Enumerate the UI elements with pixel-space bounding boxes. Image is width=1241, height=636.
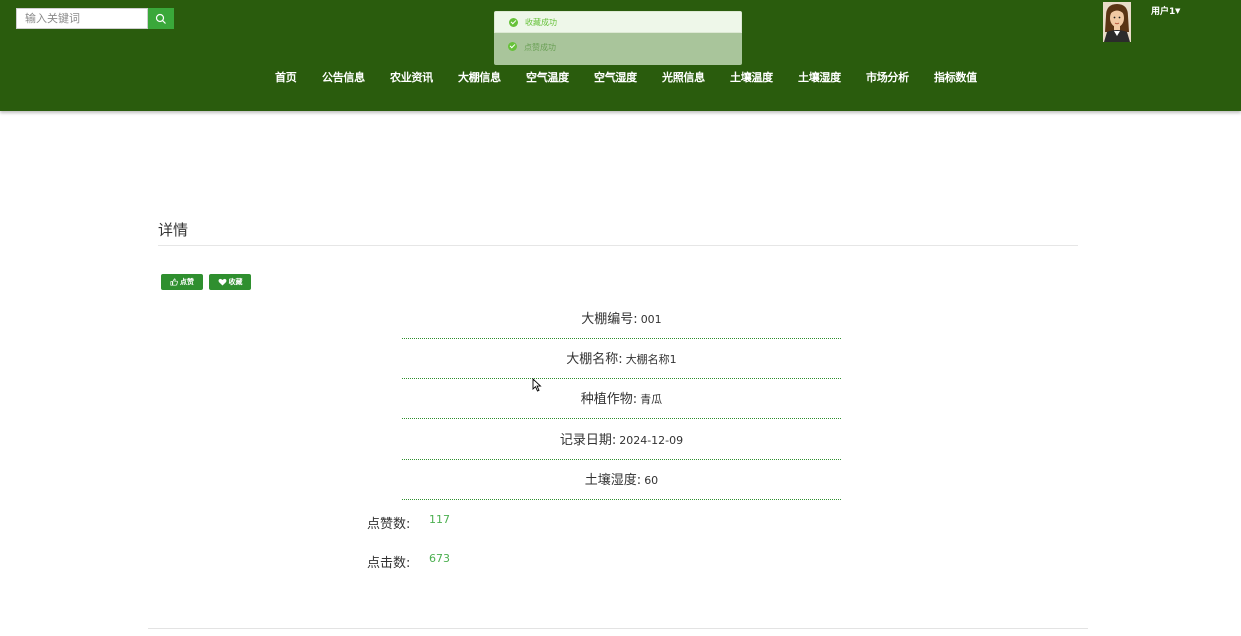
field-value: 60 (644, 474, 659, 487)
toast-like-success: 点赞成功 (494, 33, 742, 65)
page-title: 详情 (158, 221, 189, 239)
nav-item-air-temperature[interactable]: 空气温度 (526, 69, 569, 85)
toast-text: 收藏成功 (525, 17, 557, 27)
click-count-label: 点击数: (367, 556, 411, 571)
toast-favorite-success: 收藏成功 (494, 11, 742, 33)
mouse-cursor-icon (532, 378, 542, 392)
like-button-label: 点赞 (180, 278, 194, 286)
heart-icon (217, 278, 227, 286)
favorite-button[interactable]: 收藏 (209, 274, 251, 290)
detail-row-record-date: 记录日期: 2024-12-09 (402, 420, 841, 460)
footer-divider (148, 628, 1088, 629)
detail-row-greenhouse-id: 大棚编号: 001 (402, 299, 841, 339)
field-value: 001 (640, 313, 662, 326)
caret-down-icon[interactable]: ▼ (1175, 7, 1180, 15)
field-label: 大棚编号: (581, 312, 638, 327)
search-icon (155, 13, 166, 24)
toast-text: 点赞成功 (524, 43, 556, 52)
nav-item-air-humidity[interactable]: 空气湿度 (594, 69, 637, 85)
nav-item-agri-news[interactable]: 农业资讯 (390, 69, 433, 85)
detail-row-crop: 种植作物: 青瓜 (402, 379, 841, 419)
nav-item-soil-humidity[interactable]: 土壤湿度 (798, 69, 841, 85)
favorite-button-label: 收藏 (228, 278, 243, 286)
check-circle-icon (508, 42, 517, 51)
detail-row-greenhouse-name: 大棚名称: 大棚名称1 (402, 339, 841, 379)
nav-item-market-analysis[interactable]: 市场分析 (866, 69, 909, 85)
field-label: 记录日期: (559, 433, 617, 448)
field-value: 2024-12-09 (619, 434, 684, 447)
click-count-value: 673 (429, 552, 450, 565)
detail-row-soil-humidity: 土壤湿度: 60 (402, 460, 841, 500)
field-label: 大棚名称: (566, 352, 623, 367)
field-label: 土壤湿度: (584, 473, 642, 488)
like-button[interactable]: 点赞 (161, 274, 203, 290)
nav-item-announcements[interactable]: 公告信息 (322, 69, 365, 85)
search-button[interactable] (148, 8, 174, 29)
nav-item-light-info[interactable]: 光照信息 (662, 69, 705, 85)
avatar[interactable] (1103, 2, 1131, 42)
nav-item-indicator-values[interactable]: 指标数值 (934, 69, 977, 85)
field-label: 种植作物: (580, 392, 638, 407)
search-input[interactable] (16, 8, 148, 29)
nav-item-soil-temperature[interactable]: 土壤温度 (730, 69, 773, 85)
field-value: 青瓜 (640, 393, 663, 406)
user-name[interactable]: 用户1 (1151, 4, 1175, 17)
like-count-value: 117 (429, 513, 450, 526)
nav-item-greenhouse-info[interactable]: 大棚信息 (458, 69, 501, 85)
field-value: 大棚名称1 (625, 353, 677, 366)
thumbs-up-icon (170, 278, 178, 286)
like-count-label: 点赞数: (367, 517, 411, 532)
check-circle-icon (509, 17, 518, 27)
main-nav: 首页 公告信息 农业资讯 大棚信息 空气温度 空气湿度 光照信息 土壤温度 土壤… (0, 69, 1241, 87)
divider (158, 245, 1078, 246)
nav-item-home[interactable]: 首页 (275, 69, 297, 85)
